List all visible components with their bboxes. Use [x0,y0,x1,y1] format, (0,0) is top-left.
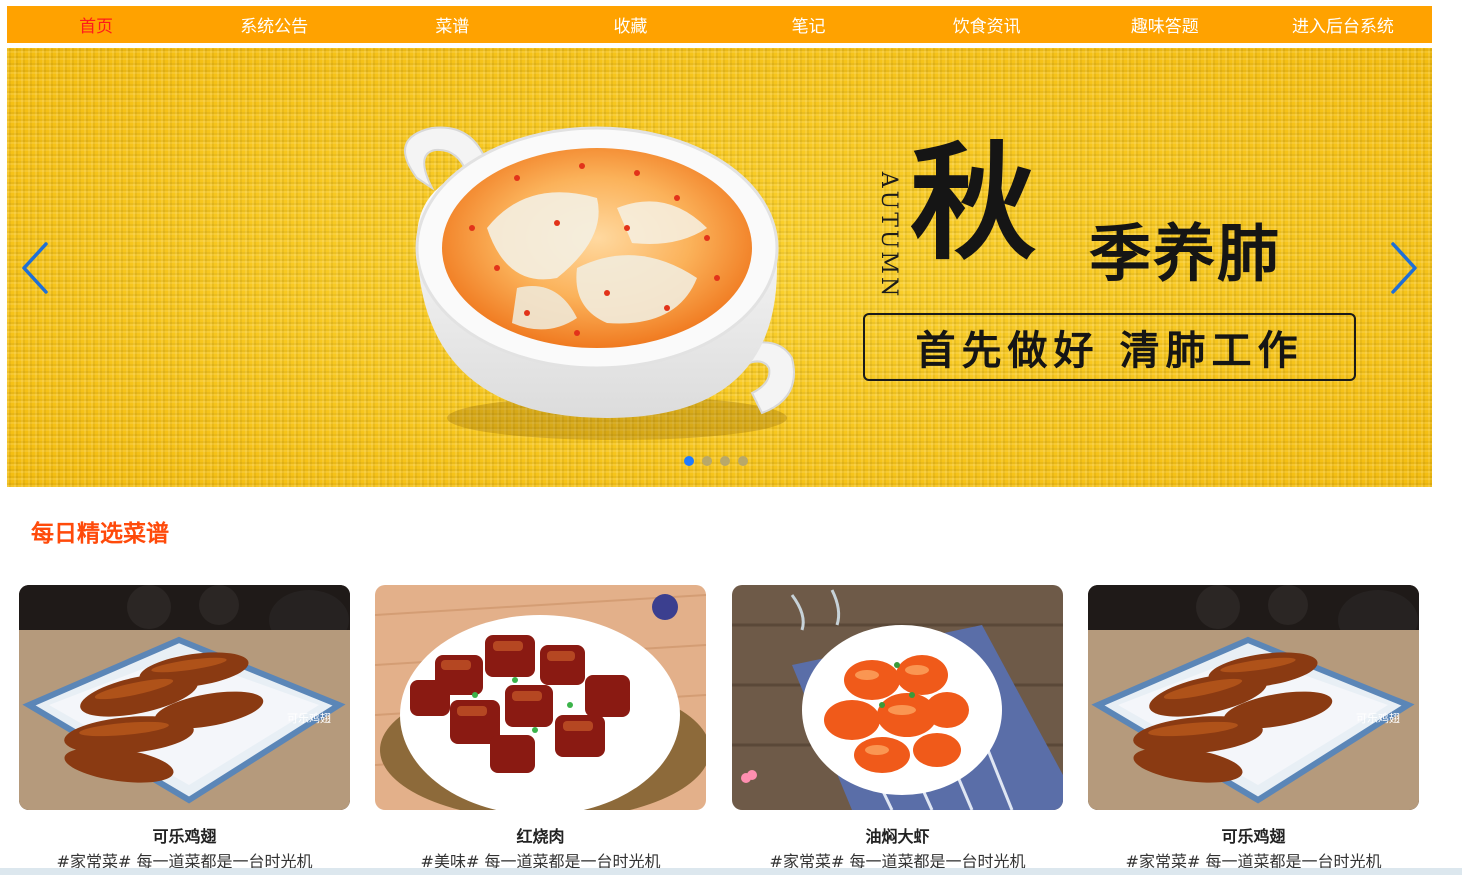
chevron-left-icon [22,242,48,294]
nav-item-notes[interactable]: 笔记 [720,6,898,43]
banner-slogan-box: 首先做好 清肺工作 [863,313,1356,381]
carousel-dot-2[interactable] [702,456,712,466]
nav-item-diet-news[interactable]: 饮食资讯 [898,6,1076,43]
banner-subheading: 季养肺 [1089,217,1282,290]
recipe-card[interactable]: 可乐鸡翅 可乐鸡翅 #家常菜# 每一道菜都是一台时光机 [1088,585,1419,875]
banner-slogan: 首先做好 清肺工作 [915,327,1304,374]
banner-big-character: 秋 [910,129,1036,277]
nav-item-quiz[interactable]: 趣味答题 [1076,6,1254,43]
carousel-dot-4[interactable] [738,456,748,466]
recipe-image[interactable] [375,585,706,810]
banner-carousel: AUTUMN 秋 季养肺 首先做好 清肺工作 [7,48,1432,487]
recipe-card-list: 可乐鸡翅 可乐鸡翅 #家常菜# 每一道菜都是一台时光机 红烧肉 #美味# 每一道… [19,585,1419,875]
carousel-dot-3[interactable] [720,456,730,466]
nav-item-recipes[interactable]: 菜谱 [363,6,541,43]
nav-item-home[interactable]: 首页 [7,6,185,43]
carousel-next-button[interactable] [1384,238,1424,298]
nav-item-favorites[interactable]: 收藏 [541,6,719,43]
nav-item-announcements[interactable]: 系统公告 [185,6,363,43]
recipe-card[interactable]: 红烧肉 #美味# 每一道菜都是一台时光机 [375,585,706,875]
recipe-title[interactable]: 红烧肉 [375,823,706,847]
nav-item-admin[interactable]: 进入后台系统 [1254,6,1432,43]
recipe-card[interactable]: 油焖大虾 #家常菜# 每一道菜都是一台时光机 [732,585,1063,875]
recipe-image[interactable]: 可乐鸡翅 [1088,585,1419,810]
autumn-label: AUTUMN [876,171,902,299]
soup-bowl-image [377,118,827,478]
carousel-dots [684,456,748,466]
horizontal-scrollbar[interactable] [0,868,1462,875]
recipe-title[interactable]: 油焖大虾 [732,823,1063,847]
carousel-dot-1[interactable] [684,456,694,466]
svg-text:可乐鸡翅: 可乐鸡翅 [287,711,331,725]
carousel-prev-button[interactable] [15,238,55,298]
section-title: 每日精选菜谱 [31,521,169,547]
recipe-image[interactable]: 可乐鸡翅 [19,585,350,810]
chevron-right-icon [1391,242,1417,294]
recipe-card[interactable]: 可乐鸡翅 可乐鸡翅 #家常菜# 每一道菜都是一台时光机 [19,585,350,875]
recipe-title[interactable]: 可乐鸡翅 [1088,823,1419,847]
svg-text:可乐鸡翅: 可乐鸡翅 [1356,711,1400,725]
top-nav: 首页 系统公告 菜谱 收藏 笔记 饮食资讯 趣味答题 进入后台系统 [7,6,1432,43]
recipe-image[interactable] [732,585,1063,810]
recipe-title[interactable]: 可乐鸡翅 [19,823,350,847]
